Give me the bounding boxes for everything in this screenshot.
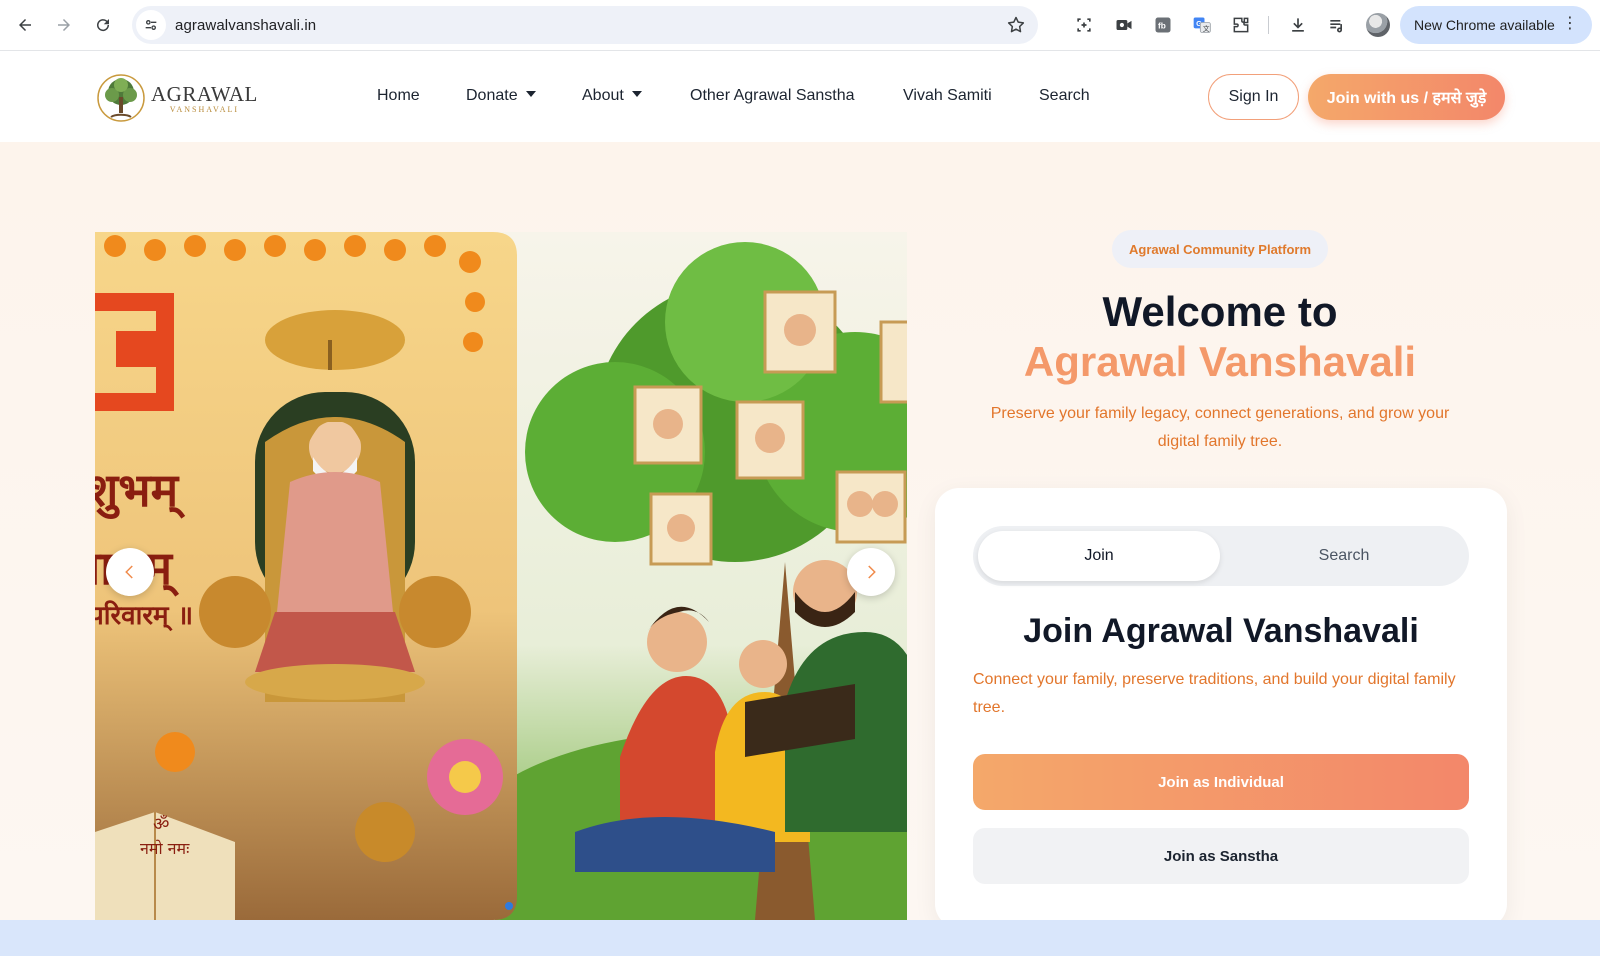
nav-about-label: About — [582, 87, 624, 104]
card-title: Join Agrawal Vanshavali — [1023, 612, 1419, 650]
sign-in-button[interactable]: Sign In — [1208, 74, 1299, 120]
carousel-prev-button[interactable] — [106, 548, 154, 596]
chevron-down-icon — [525, 90, 536, 97]
chrome-update-label: New Chrome available — [1414, 17, 1555, 33]
forward-button[interactable] — [47, 8, 81, 42]
toolbar-separator — [1268, 16, 1269, 34]
tab-search[interactable]: Search — [1223, 531, 1465, 581]
bookmark-star-icon[interactable] — [1006, 15, 1026, 35]
forward-icon — [58, 19, 70, 31]
welcome-heading: Welcome to — [1102, 288, 1338, 335]
bottom-section-band — [0, 920, 1600, 956]
join-card: Join Search Join Agrawal Vanshavali Conn… — [935, 488, 1507, 928]
hero-section: शुभम् लाभम् परिवारम् ॥ ॐ नमो नमः Agrawal… — [0, 142, 1600, 928]
join-with-us-button[interactable]: Join with us / हमसे जुड़े — [1308, 74, 1505, 120]
url-text[interactable]: agrawalvanshavali.in — [175, 17, 316, 34]
nav-about-dropdown[interactable]: About — [582, 87, 642, 105]
back-button[interactable] — [8, 8, 42, 42]
video-icon[interactable] — [1112, 13, 1136, 37]
card-description: Connect your family, preserve traditions… — [973, 671, 1456, 716]
reload-icon — [97, 19, 110, 32]
join-individual-button[interactable]: Join as Individual — [973, 754, 1469, 810]
carousel-next-button[interactable] — [847, 548, 895, 596]
slide-family-tree-image — [455, 232, 907, 920]
download-icon[interactable] — [1286, 13, 1310, 37]
chevron-left-icon — [125, 565, 133, 579]
svg-text:fb: fb — [1158, 20, 1166, 30]
tree-logo-icon — [97, 74, 145, 122]
book-text-om: ॐ — [153, 814, 169, 835]
brand-heading: Agrawal Vanshavali — [1023, 338, 1417, 385]
hero-tagline: Preserve your family legacy, connect gen… — [990, 405, 1450, 450]
chrome-update-button[interactable]: New Chrome available ⋮ — [1400, 6, 1592, 44]
reload-button[interactable] — [86, 8, 120, 42]
extensions-puzzle-icon[interactable] — [1229, 13, 1253, 37]
menu-dots-icon[interactable]: ⋮ — [1562, 16, 1578, 32]
carousel-indicator-dot[interactable] — [505, 902, 513, 910]
nav-donate-label: Donate — [466, 87, 518, 104]
profile-avatar[interactable] — [1366, 13, 1390, 37]
nav-search[interactable]: Search — [1039, 87, 1090, 105]
logo-title: AGRAWAL — [151, 81, 258, 106]
nav-vivah-samiti[interactable]: Vivah Samiti — [903, 87, 992, 105]
image-carousel[interactable]: शुभम् लाभम् परिवारम् ॥ ॐ नमो नमः — [95, 232, 907, 920]
logo-subtitle: VANSHAVALI — [169, 104, 240, 114]
site-header: AGRAWAL VANSHAVALI Home Donate About Oth… — [0, 51, 1600, 142]
carousel-slides: शुभम् लाभम् परिवारम् ॥ ॐ नमो नमः — [95, 232, 907, 920]
join-sanstha-button[interactable]: Join as Sanstha — [973, 828, 1469, 884]
nav-other-sanstha[interactable]: Other Agrawal Sanstha — [690, 87, 855, 105]
browser-toolbar: agrawalvanshavali.in fb G文 New Chrome av… — [0, 0, 1600, 51]
site-info-icon[interactable] — [136, 10, 166, 40]
screenshot-icon[interactable] — [1072, 13, 1096, 37]
nav-donate-dropdown[interactable]: Donate — [466, 87, 536, 105]
svg-text:文: 文 — [1203, 24, 1210, 33]
reading-list-icon[interactable] — [1325, 13, 1349, 37]
slide-text-line-3: परिवारम् ॥ — [95, 600, 193, 632]
tab-join[interactable]: Join — [978, 531, 1220, 581]
chevron-down-icon — [631, 90, 642, 97]
slide-text-line-1: शुभम् — [95, 463, 186, 520]
platform-badge: Agrawal Community Platform — [1112, 230, 1328, 268]
site-logo[interactable]: AGRAWAL VANSHAVALI — [95, 73, 258, 123]
card-tabs: Join Search — [973, 526, 1469, 586]
book-text-namo: नमो नमः — [140, 839, 190, 858]
back-icon — [19, 19, 31, 31]
slide-maharaja-image: शुभम् लाभम् परिवारम् ॥ ॐ नमो नमः — [95, 232, 517, 920]
address-bar[interactable]: agrawalvanshavali.in — [132, 6, 1038, 44]
chevron-right-icon — [868, 565, 876, 579]
fb-extension-icon[interactable]: fb — [1151, 13, 1175, 37]
translate-icon[interactable]: G文 — [1190, 13, 1214, 37]
nav-home[interactable]: Home — [377, 87, 420, 105]
